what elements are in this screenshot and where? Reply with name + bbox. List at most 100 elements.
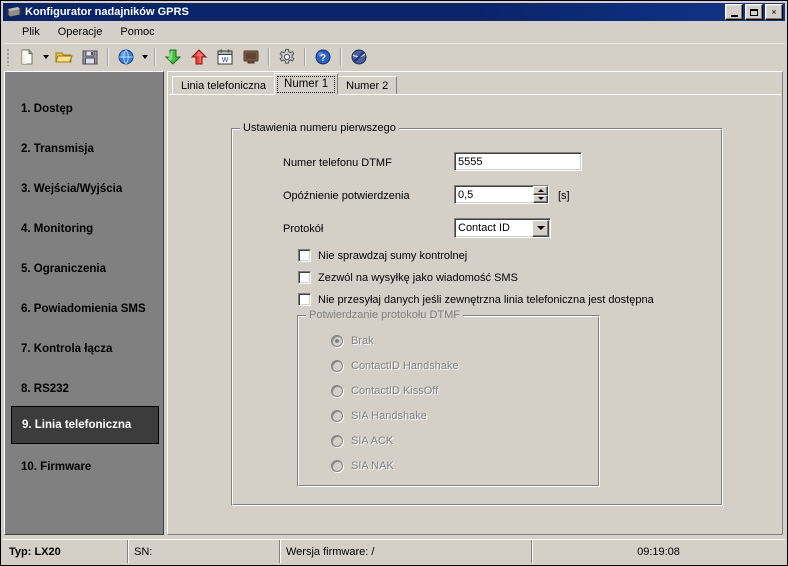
phone-number-label: Numer telefonu DTMF [283,157,392,169]
tab-linia-telefoniczna[interactable]: Linia telefoniczna [172,76,276,95]
checkbox-box[interactable] [298,249,311,262]
status-firmware-version: Wersja firmware: / [279,540,531,563]
window-controls: × [725,4,783,20]
maximize-button[interactable] [745,4,763,20]
dtmf-groupbox-title: Potwierdzanie protokołu DTMF [306,309,464,321]
tab-label: Numer 2 [346,79,389,92]
radio-label: SIA NAK [351,460,394,472]
sidebar-item-ograniczenia[interactable]: 5. Ograniczenia [11,250,159,288]
sidebar-item-label: 9. Linia telefoniczna [22,419,132,431]
sidebar-item-kontrola-lacza[interactable]: 7. Kontrola łącza [11,330,159,368]
radio-label: ContactID KissOff [351,385,439,397]
toolbar-separator [154,48,156,66]
delay-label: Opóźnienie potwierdzenia [283,190,410,202]
sidebar-item-rs232[interactable]: 8. RS232 [11,370,159,408]
globe-icon[interactable] [113,45,139,70]
menu-bar: Plik Operacje Pomoc [3,22,785,42]
phone-number-input[interactable]: 5555 [454,152,582,171]
sidebar-item-label: 1. Dostęp [21,103,73,115]
monitor-icon[interactable] [238,45,264,70]
download-arrow-icon[interactable] [160,45,186,70]
close-icon: × [771,6,777,17]
toolbar: W ? [3,43,785,70]
svg-text:?: ? [320,53,326,64]
checkbox-label: Nie sprawdzaj sumy kontrolnej [318,249,468,262]
toolbar-separator [304,48,306,66]
menu-item-plik[interactable]: Plik [13,24,49,40]
status-clock: 09:19:08 [531,540,785,563]
checkbox-no-send-if-external-line[interactable]: Nie przesyłaj danych jeśli zewnętrzna li… [298,293,654,306]
sidebar-item-label: 7. Kontrola łącza [21,343,113,355]
phone-number-value: 5555 [458,155,483,168]
checkbox-allow-sms[interactable]: Zezwól na wysyłkę jako wiadomość SMS [298,271,518,284]
delay-spinner[interactable]: 0,5 [454,185,549,204]
upload-arrow-icon[interactable] [186,45,212,70]
menu-item-pomoc[interactable]: Pomoc [111,24,163,40]
radio-sia-ack: SIA ACK [331,435,393,447]
help-icon[interactable]: ? [310,45,336,70]
settings-groupbox: Ustawienia numeru pierwszego Numer telef… [231,122,723,506]
spinner-down-button[interactable] [533,194,548,203]
delay-spinner-buttons [533,186,548,203]
sidebar-item-label: 5. Ograniczenia [21,263,107,275]
chip-icon [6,5,22,19]
application-window: Konfigurator nadajników GPRS × Plik Oper… [0,0,788,566]
open-folder-icon[interactable] [51,45,77,70]
exit-icon[interactable] [346,45,372,70]
sidebar-item-label: 4. Monitoring [21,223,94,235]
sidebar-item-powiadomienia-sms[interactable]: 6. Powiadomienia SMS [11,290,159,328]
menu-item-operacje[interactable]: Operacje [49,24,112,40]
checkbox-box[interactable] [298,293,311,306]
sidebar: 1. Dostęp 2. Transmisja 3. Wejścia/Wyjśc… [4,71,164,535]
save-disk-icon[interactable] [77,45,103,70]
toolbar-gripper[interactable] [7,48,10,66]
chevron-down-icon[interactable] [532,219,549,237]
sidebar-item-label: 8. RS232 [21,383,69,395]
radio-sia-nak: SIA NAK [331,460,394,472]
new-file-dropdown-icon[interactable] [40,46,51,69]
tab-focus-ring [277,76,336,93]
sidebar-item-label: 2. Transmisja [21,143,94,155]
tab-numer-2[interactable]: Numer 2 [337,76,398,95]
content-panel: Linia telefoniczna Numer 1 Numer 2 Ustaw… [167,71,783,535]
sidebar-item-label: 10. Firmware [21,461,92,473]
window-title: Konfigurator nadajników GPRS [25,6,189,18]
radio-box [331,335,343,347]
radio-box [331,410,343,422]
toolbar-separator [340,48,342,66]
sidebar-item-transmisja[interactable]: 2. Transmisja [11,130,159,168]
delay-unit-label: [s] [558,190,570,202]
protocol-select[interactable]: Contact ID [454,218,551,238]
tab-strip: Linia telefoniczna Numer 1 Numer 2 [169,73,398,95]
calendar-icon[interactable]: W [212,45,238,70]
checkbox-label: Zezwól na wysyłkę jako wiadomość SMS [318,271,518,284]
toolbar-separator [107,48,109,66]
radio-box [331,360,343,372]
radio-label: Brak [351,335,374,347]
delay-value: 0,5 [458,188,474,201]
radio-contactid-kissoff: ContactID KissOff [331,385,438,397]
minimize-button[interactable] [725,4,743,20]
status-type: Typ: LX20 [9,545,61,558]
svg-text:W: W [222,57,229,64]
sidebar-item-firmware[interactable]: 10. Firmware [11,448,159,486]
toolbar-separator [268,48,270,66]
spinner-up-button[interactable] [533,186,548,195]
protocol-value: Contact ID [458,222,510,234]
sidebar-item-wejscia-wyjscia[interactable]: 3. Wejścia/Wyjścia [11,170,159,208]
sidebar-item-label: 6. Powiadomienia SMS [21,303,146,315]
tab-numer-1[interactable]: Numer 1 [274,73,339,95]
sidebar-item-dostep[interactable]: 1. Dostęp [11,90,159,128]
tab-panel-numer-1: Ustawienia numeru pierwszego Numer telef… [169,94,781,533]
globe-dropdown-icon[interactable] [139,46,150,69]
tab-label: Linia telefoniczna [181,79,267,92]
sidebar-item-monitoring[interactable]: 4. Monitoring [11,210,159,248]
radio-label: SIA ACK [351,435,394,447]
close-button[interactable]: × [765,4,783,20]
new-file-icon[interactable] [14,45,40,70]
sidebar-item-linia-telefoniczna[interactable]: 9. Linia telefoniczna [11,406,159,444]
gear-icon[interactable] [274,45,300,70]
title-bar: Konfigurator nadajników GPRS × [3,3,785,21]
checkbox-box[interactable] [298,271,311,284]
checkbox-skip-checksum[interactable]: Nie sprawdzaj sumy kontrolnej [298,249,467,262]
